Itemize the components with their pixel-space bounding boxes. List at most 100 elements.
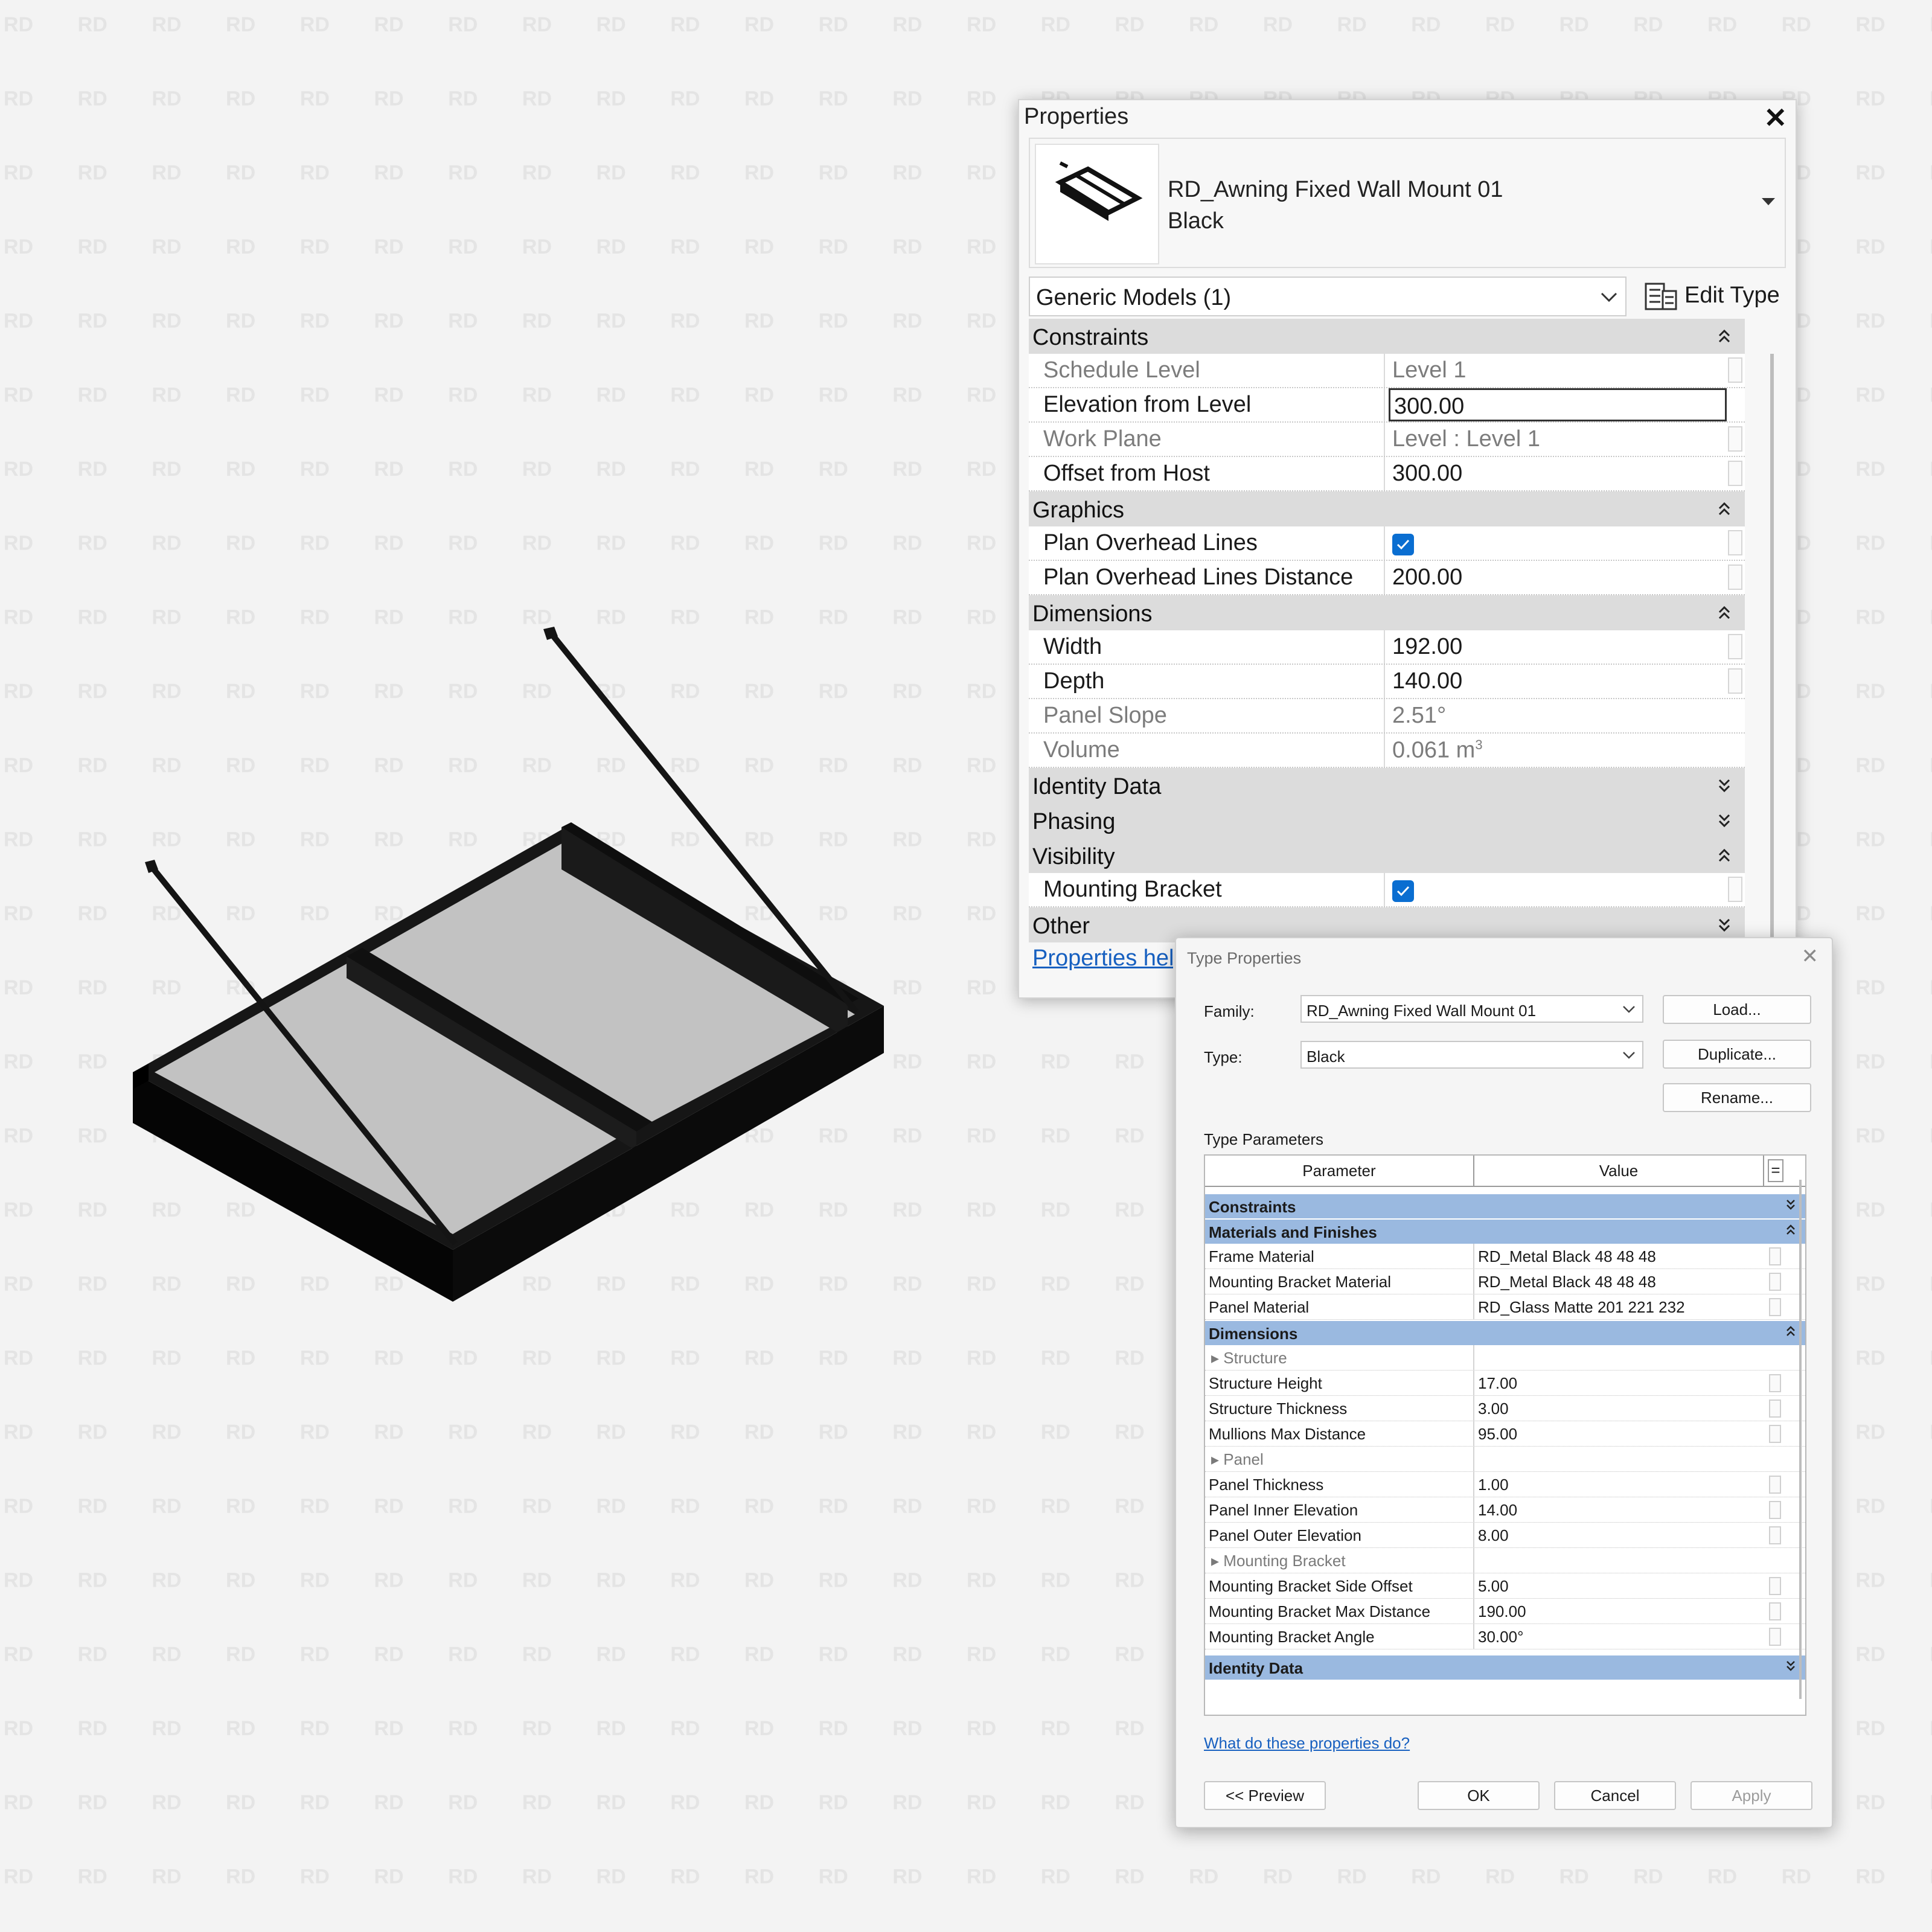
tp-row-bracket-side-offset[interactable]: Mounting Bracket Side Offset 5.00 — [1205, 1573, 1805, 1599]
tp-row-panel-inner-elevation[interactable]: Panel Inner Elevation 14.00 — [1205, 1497, 1805, 1523]
expand-icon[interactable] — [1785, 1198, 1797, 1212]
row-width[interactable]: Width 192.00 — [1029, 630, 1745, 665]
associate-param-button[interactable] — [1769, 1526, 1781, 1544]
tp-subgroup-panel[interactable]: ▸ Panel — [1205, 1447, 1805, 1472]
associate-param-button[interactable] — [1769, 1577, 1781, 1595]
duplicate-button[interactable]: Duplicate... — [1663, 1040, 1811, 1069]
tp-group-materials[interactable]: Materials and Finishes — [1205, 1220, 1805, 1244]
type-properties-dialog[interactable]: Type Properties ✕ Family: RD_Awning Fixe… — [1175, 937, 1833, 1828]
tp-group-dimensions[interactable]: Dimensions — [1205, 1321, 1805, 1345]
row-plan-overhead-distance[interactable]: Plan Overhead Lines Distance 200.00 — [1029, 561, 1745, 595]
associate-param-button[interactable] — [1728, 357, 1742, 383]
properties-palette[interactable]: Properties ✕ RD_Awning Fixed Wall Mount … — [1018, 99, 1797, 999]
tp-subgroup-structure[interactable]: ▸ Structure — [1205, 1345, 1805, 1371]
family-dropdown[interactable]: RD_Awning Fixed Wall Mount 01 — [1300, 995, 1643, 1023]
edit-type-button[interactable]: Edit Type — [1641, 275, 1780, 318]
properties-scrollbar[interactable] — [1770, 354, 1774, 976]
properties-help-link[interactable]: Properties help — [1032, 945, 1187, 971]
collapse-icon[interactable] — [1716, 327, 1733, 345]
ok-button[interactable]: OK — [1418, 1781, 1540, 1810]
column-header-parameter[interactable]: Parameter — [1205, 1156, 1474, 1186]
tp-row-structure-thickness[interactable]: Structure Thickness 3.00 — [1205, 1396, 1805, 1421]
tp-row-panel-thickness[interactable]: Panel Thickness 1.00 — [1205, 1472, 1805, 1497]
associate-param-button[interactable] — [1728, 530, 1742, 555]
group-graphics[interactable]: Graphics — [1029, 491, 1745, 526]
properties-help-link[interactable]: What do these properties do? — [1204, 1734, 1410, 1753]
collapse-icon[interactable] — [1716, 846, 1733, 865]
group-dimensions[interactable]: Dimensions — [1029, 595, 1745, 630]
type-selector[interactable]: RD_Awning Fixed Wall Mount 01 Black — [1029, 138, 1786, 268]
collapse-icon[interactable] — [1785, 1325, 1797, 1339]
close-icon[interactable]: ✕ — [1764, 101, 1787, 134]
associate-param-button[interactable] — [1728, 668, 1742, 694]
row-depth[interactable]: Depth 140.00 — [1029, 665, 1745, 699]
elevation-input[interactable]: 300.00 — [1389, 388, 1727, 421]
row-mounting-bracket[interactable]: Mounting Bracket — [1029, 873, 1745, 907]
model-3d-view[interactable] — [0, 0, 966, 1389]
associate-param-button[interactable] — [1769, 1602, 1781, 1620]
depth-input[interactable]: 140.00 — [1389, 665, 1727, 698]
tp-row-mullions-max-distance[interactable]: Mullions Max Distance 95.00 — [1205, 1421, 1805, 1447]
tp-row-bracket-max-distance[interactable]: Mounting Bracket Max Distance 190.00 — [1205, 1599, 1805, 1624]
type-dropdown[interactable]: Black — [1300, 1041, 1643, 1069]
triangle-right-icon[interactable]: ▸ — [1211, 1349, 1223, 1367]
tp-row-panel-outer-elevation[interactable]: Panel Outer Elevation 8.00 — [1205, 1523, 1805, 1548]
column-header-value[interactable]: Value — [1474, 1156, 1764, 1186]
tp-row-panel-material[interactable]: Panel Material RD_Glass Matte 201 221 23… — [1205, 1294, 1805, 1320]
associate-param-button[interactable] — [1769, 1273, 1781, 1291]
group-visibility[interactable]: Visibility — [1029, 838, 1745, 873]
type-parameters-grid[interactable]: Parameter Value = Constraints Materials … — [1204, 1154, 1806, 1716]
preview-button[interactable]: << Preview — [1204, 1781, 1326, 1810]
column-header-formula[interactable]: = — [1768, 1159, 1783, 1182]
row-offset-from-host[interactable]: Offset from Host 300.00 — [1029, 457, 1745, 491]
associate-param-button[interactable] — [1728, 565, 1742, 590]
close-icon[interactable]: ✕ — [1802, 944, 1819, 968]
row-elevation-from-level[interactable]: Elevation from Level 300.00 — [1029, 388, 1745, 423]
associate-param-button[interactable] — [1728, 461, 1742, 486]
apply-button[interactable]: Apply — [1690, 1781, 1812, 1810]
tp-row-frame-material[interactable]: Frame Material RD_Metal Black 48 48 48 — [1205, 1244, 1805, 1269]
associate-param-button[interactable] — [1769, 1628, 1781, 1646]
associate-param-button[interactable] — [1769, 1425, 1781, 1443]
group-identity-data[interactable]: Identity Data — [1029, 768, 1745, 803]
row-plan-overhead-lines[interactable]: Plan Overhead Lines — [1029, 526, 1745, 561]
tp-group-identity-data[interactable]: Identity Data — [1205, 1655, 1805, 1680]
triangle-right-icon[interactable]: ▸ — [1211, 1552, 1223, 1570]
expand-icon[interactable] — [1785, 1659, 1797, 1674]
overhead-distance-input[interactable]: 200.00 — [1389, 561, 1727, 594]
plan-overhead-checkbox[interactable] — [1392, 534, 1414, 555]
tp-row-structure-height[interactable]: Structure Height 17.00 — [1205, 1371, 1805, 1396]
associate-param-button[interactable] — [1728, 426, 1742, 452]
associate-param-button[interactable] — [1769, 1374, 1781, 1392]
group-phasing[interactable]: Phasing — [1029, 803, 1745, 838]
row-schedule-level[interactable]: Schedule Level Level 1 — [1029, 354, 1745, 388]
associate-param-button[interactable] — [1769, 1399, 1781, 1418]
associate-param-button[interactable] — [1769, 1298, 1781, 1316]
expand-icon[interactable] — [1716, 776, 1733, 795]
width-input[interactable]: 192.00 — [1389, 630, 1727, 664]
associate-param-button[interactable] — [1769, 1476, 1781, 1494]
tp-subgroup-mounting-bracket[interactable]: ▸ Mounting Bracket — [1205, 1548, 1805, 1573]
dropdown-arrow-icon[interactable] — [1759, 192, 1777, 210]
cancel-button[interactable]: Cancel — [1554, 1781, 1676, 1810]
expand-icon[interactable] — [1716, 916, 1733, 934]
tp-group-constraints[interactable]: Constraints — [1205, 1194, 1805, 1218]
collapse-icon[interactable] — [1716, 500, 1733, 518]
collapse-icon[interactable] — [1716, 604, 1733, 622]
instance-filter-dropdown[interactable]: Generic Models (1) — [1029, 277, 1627, 316]
associate-param-button[interactable] — [1769, 1501, 1781, 1519]
load-button[interactable]: Load... — [1663, 995, 1811, 1024]
associate-param-button[interactable] — [1728, 877, 1742, 902]
tp-row-bracket-material[interactable]: Mounting Bracket Material RD_Metal Black… — [1205, 1269, 1805, 1294]
row-work-plane[interactable]: Work Plane Level : Level 1 — [1029, 423, 1745, 457]
triangle-right-icon[interactable]: ▸ — [1211, 1450, 1223, 1468]
associate-param-button[interactable] — [1769, 1247, 1781, 1265]
rename-button[interactable]: Rename... — [1663, 1083, 1811, 1112]
expand-icon[interactable] — [1716, 811, 1733, 830]
group-constraints[interactable]: Constraints — [1029, 319, 1745, 354]
mounting-bracket-checkbox[interactable] — [1392, 880, 1414, 902]
tp-row-bracket-angle[interactable]: Mounting Bracket Angle 30.00° — [1205, 1624, 1805, 1649]
grid-scrollbar[interactable] — [1799, 1180, 1802, 1699]
offset-input[interactable]: 300.00 — [1389, 457, 1727, 490]
collapse-icon[interactable] — [1785, 1223, 1797, 1238]
